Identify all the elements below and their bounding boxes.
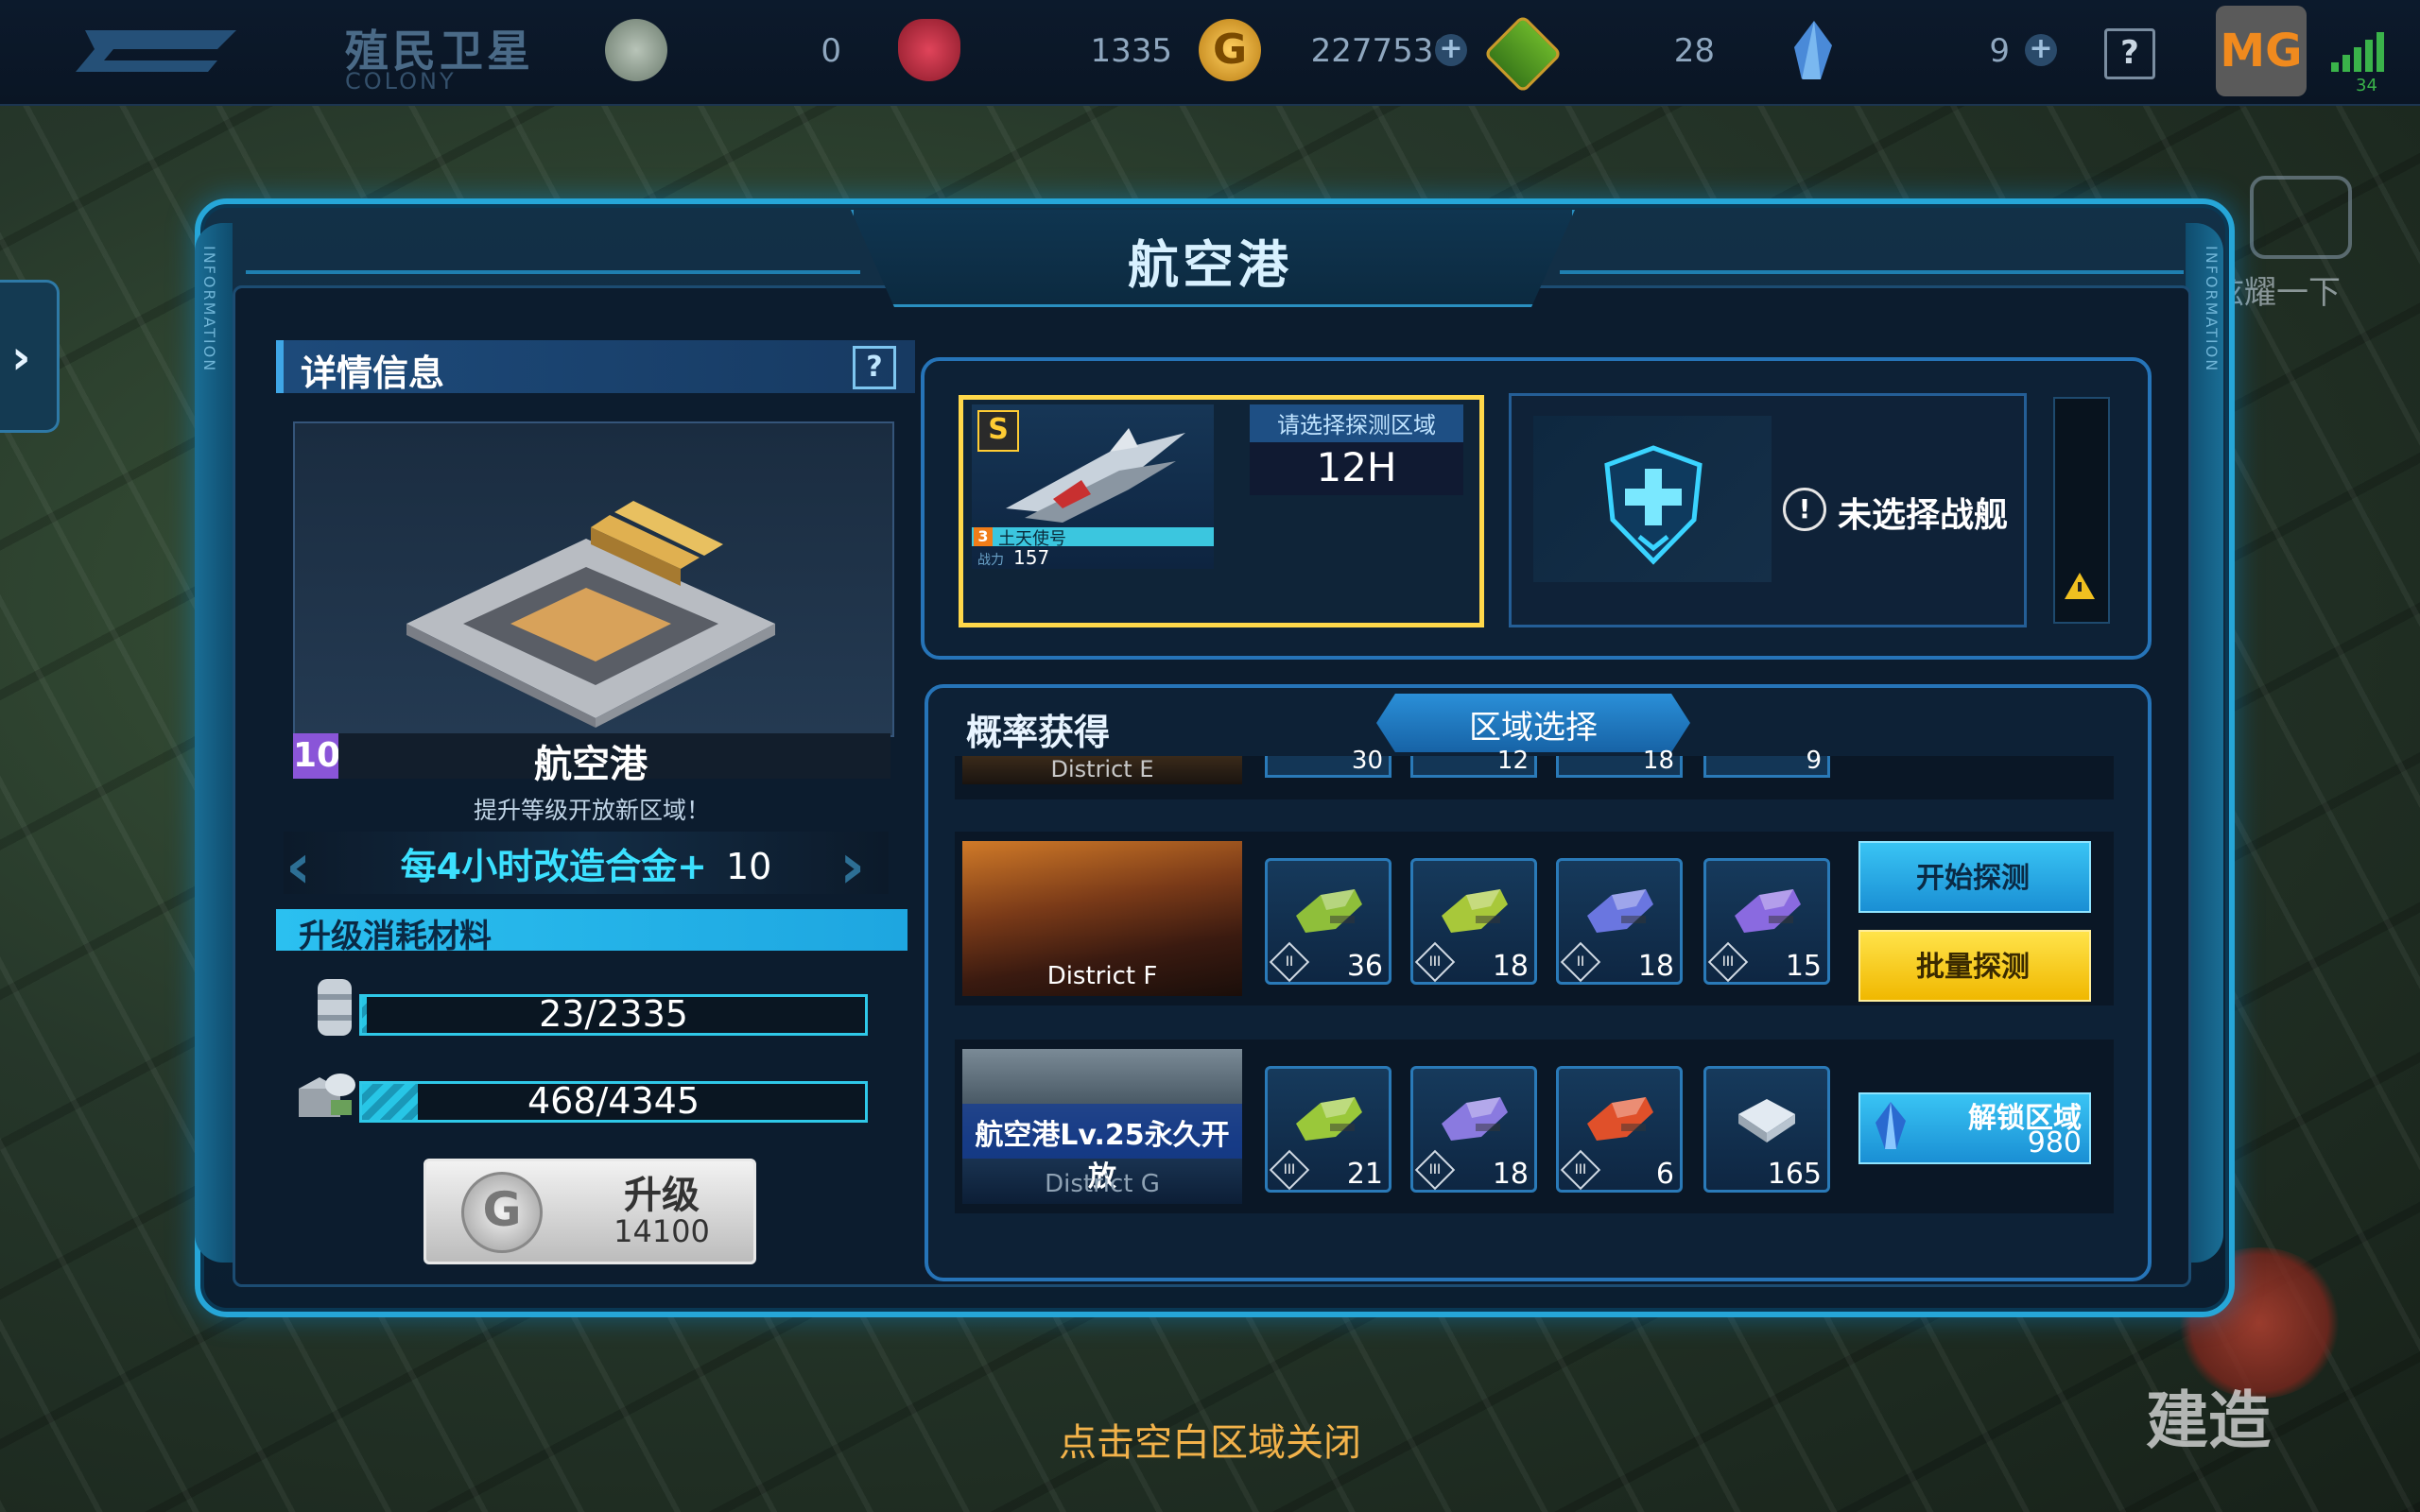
- reward-item-partial: 30: [1265, 747, 1392, 778]
- signal-value: 34: [2356, 76, 2377, 95]
- side-info-label-right: INFORMATION: [2203, 246, 2221, 373]
- bonus-text: 每4小时改造合金+ 10: [400, 846, 772, 887]
- material-value-2: 468/4345: [527, 1080, 700, 1122]
- building-name: 航空港: [534, 743, 648, 786]
- gold-coin-icon: G: [1199, 19, 1261, 81]
- silver-coin-icon: [605, 19, 667, 81]
- silver-coin-icon: G: [461, 1172, 543, 1253]
- tier-icon: II: [1560, 941, 1601, 983]
- side-info-label-left: INFORMATION: [200, 246, 218, 373]
- tier-icon: III: [1269, 1149, 1310, 1191]
- crystal-icon: [1876, 1102, 1906, 1149]
- reward-item-partial: 12: [1410, 747, 1537, 778]
- bonus-value: 10: [725, 846, 772, 887]
- reward-item[interactable]: II 36: [1265, 858, 1392, 985]
- reward-item[interactable]: 165: [1703, 1066, 1830, 1193]
- upgrade-cost: 14100: [614, 1213, 710, 1249]
- mech-icon: [1580, 878, 1659, 944]
- unlock-region-cost: 980: [2027, 1126, 2082, 1160]
- title-divider-left: [246, 270, 860, 274]
- reward-item[interactable]: III 6: [1556, 1066, 1683, 1193]
- duration-value: 12H: [1316, 444, 1397, 490]
- reward-count: 21: [1346, 1158, 1383, 1191]
- ship-power-label: 战力: [977, 553, 1004, 568]
- material-value-1: 23/2335: [539, 993, 688, 1035]
- close-hint[interactable]: 点击空白区域关闭: [0, 1412, 2420, 1467]
- spaceship-image: [1006, 428, 1185, 523]
- alloy-ingot-icon: [1738, 1099, 1795, 1143]
- help-button[interactable]: ?: [2104, 28, 2155, 79]
- reward-count: 36: [1346, 950, 1383, 983]
- add-gold-button[interactable]: +: [1435, 34, 1467, 66]
- reward-item[interactable]: III 15: [1703, 858, 1830, 985]
- batch-explore-label: 批量探测: [1916, 951, 2030, 984]
- details-help-button[interactable]: ?: [853, 346, 896, 389]
- radar-material-icon: [299, 1074, 355, 1117]
- warning-triangle-icon: [2065, 573, 2095, 599]
- reward-count: 15: [1785, 950, 1822, 983]
- back-arrow-icon[interactable]: [57, 21, 246, 77]
- tier-icon: III: [1414, 1149, 1456, 1191]
- reward-count: 18: [1492, 950, 1529, 983]
- reward-item[interactable]: III 21: [1265, 1066, 1392, 1193]
- mech-icon: [1288, 1086, 1368, 1152]
- chevron-right-icon: ›: [11, 330, 31, 385]
- crystal-icon: [1794, 21, 1832, 79]
- frame-right-rail: [2186, 223, 2223, 1263]
- district-f-label: District F: [1046, 962, 1158, 990]
- reward-item[interactable]: III 18: [1410, 858, 1537, 985]
- heart-icon: [898, 19, 960, 81]
- region-prompt: 请选择探测区域: [1277, 412, 1436, 438]
- probability-label: 概率获得: [966, 712, 1111, 753]
- tier-icon: III: [1414, 941, 1456, 983]
- upgrade-tip: 提升等级开放新区域！: [473, 797, 710, 824]
- mech-icon: [1434, 1086, 1513, 1152]
- reward-count: 18: [1492, 1158, 1529, 1191]
- mech-icon: [1288, 878, 1368, 944]
- add-crystal-button[interactable]: +: [2025, 34, 2057, 66]
- frame-left-rail: [195, 223, 233, 1263]
- details-header-label: 详情信息: [301, 352, 445, 394]
- add-ship-shield-icon[interactable]: [1601, 444, 1705, 567]
- mg-logo[interactable]: MG: [2216, 6, 2307, 96]
- reward-item[interactable]: III 18: [1410, 1066, 1537, 1193]
- materials-header-label: 升级消耗材料: [299, 918, 492, 955]
- district-e-label: District E: [1050, 756, 1154, 782]
- title-divider-right: [1560, 270, 2184, 274]
- side-expand-tab[interactable]: ›: [0, 280, 60, 433]
- spaceport-building-image: [406, 501, 775, 728]
- region-select-label: 区域选择: [1469, 709, 1598, 747]
- mech-icon: [1434, 878, 1513, 944]
- camera-icon[interactable]: [2250, 176, 2352, 259]
- ship-level: 3: [974, 527, 993, 546]
- upgrade-label: 升级: [624, 1174, 700, 1217]
- reward-count: 6: [1655, 1158, 1674, 1191]
- reward-count: 165: [1767, 1158, 1822, 1191]
- dialog-title: 航空港: [1128, 235, 1292, 295]
- reward-item-partial: 18: [1556, 747, 1683, 778]
- reward-count: 18: [1637, 950, 1674, 983]
- warning-icon: !: [1783, 488, 1826, 531]
- mech-icon: [1727, 878, 1806, 944]
- colony-subtitle: COLONY: [345, 68, 457, 94]
- rank-badge: S: [977, 410, 1019, 452]
- building-level-badge: 10: [293, 733, 340, 779]
- no-ship-text: 未选择战舰: [1838, 496, 2009, 535]
- start-explore-label: 开始探测: [1916, 862, 2030, 895]
- district-g-label: District G: [1045, 1170, 1160, 1198]
- tier-icon: III: [1707, 941, 1749, 983]
- ship-power: 157: [1013, 546, 1050, 569]
- reward-item-partial: 9: [1703, 747, 1830, 778]
- mech-icon: [1580, 1086, 1659, 1152]
- tier-icon: II: [1269, 941, 1310, 983]
- reward-item[interactable]: II 18: [1556, 858, 1683, 985]
- tier-icon: III: [1560, 1149, 1601, 1191]
